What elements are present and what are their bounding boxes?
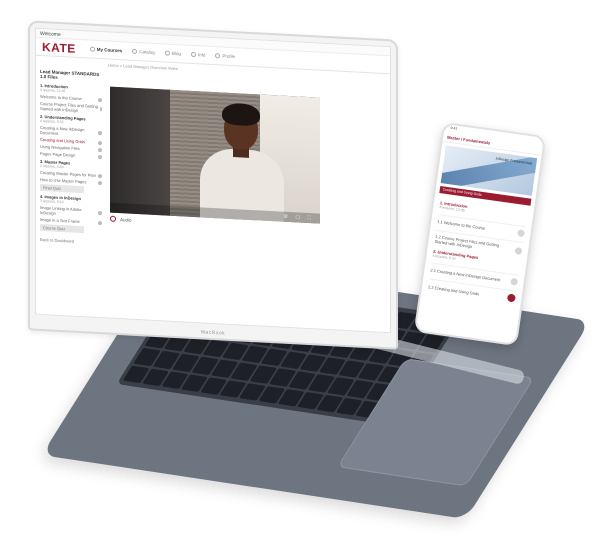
audio-label: Audio (120, 216, 132, 223)
lesson-label: How to Use Master Pages (40, 176, 87, 185)
laptop-screen: Welcome KATE My Courses Catalog Blog Inf… (35, 27, 391, 334)
lesson-status-icon (98, 140, 102, 145)
video-footer: Audio (110, 215, 132, 223)
audio-icon[interactable] (110, 215, 116, 222)
blog-icon (164, 50, 170, 56)
quiz-button[interactable]: Course Quiz (40, 223, 84, 234)
nav-my-courses[interactable]: My Courses (89, 46, 123, 54)
lesson-status-icon (98, 180, 102, 185)
lesson-label: Creating and Using Grids (40, 136, 85, 145)
lesson-status-icon (98, 130, 102, 136)
courses-icon (89, 46, 95, 52)
breadcrumb[interactable]: Home > Lead Manager Overview Video (108, 62, 178, 71)
kate-logo[interactable]: KATE (42, 40, 76, 56)
lesson-label: Image Linking in Adobe InDesign (40, 204, 82, 216)
video-control-icons[interactable]: ⚙ ▢ ⛶ (284, 214, 315, 222)
info-icon (190, 51, 196, 58)
course-sidebar: Lead Manager STANDARDS 1.0 Files 1. Intr… (40, 69, 102, 311)
nav-catalog[interactable]: Catalog (132, 48, 155, 55)
lesson-status-icon (98, 210, 102, 216)
phone-lesson-label: 1.1 Welcome to the Course (436, 218, 486, 231)
quiz-button[interactable]: Final Quiz (40, 183, 84, 194)
lesson-status-icon (510, 277, 519, 286)
lesson-status-icon (98, 173, 102, 178)
lesson-status-icon (98, 154, 102, 159)
video-background (110, 86, 170, 216)
lesson-status-icon (98, 220, 102, 225)
lesson-status-icon (99, 107, 102, 112)
back-to-dashboard-link[interactable]: Back to Dashboard (40, 237, 102, 245)
main-nav: My Courses Catalog Blog Info Profile (89, 46, 235, 59)
lesson-label: Welcome to the Course (40, 93, 82, 102)
phone-lesson-list: 1. Introduction 4 lessons, 12:35 1.1 Wel… (421, 192, 535, 311)
lesson-item[interactable]: Creating a New InDesign Document (40, 125, 102, 138)
nav-profile[interactable]: Profile (215, 53, 235, 59)
lesson-label: Pages Page Design (40, 150, 76, 158)
lesson-item[interactable]: Image Linking in Adobe InDesign (40, 205, 102, 218)
lesson-status-icon (514, 246, 523, 255)
lesson-label: Using Navigation Files (40, 143, 80, 152)
nav-label: Blog (171, 50, 181, 57)
lesson-status-icon (517, 229, 525, 238)
course-title: Lead Manager STANDARDS 1.0 Files (40, 68, 100, 80)
phone-lesson-label: 2.2 Creating and Using Grids (427, 283, 480, 296)
profile-icon (215, 53, 221, 59)
lesson-label: Creating a New InDesign Document (40, 124, 85, 136)
nav-label: Info (197, 52, 206, 58)
lesson-label: Image in a Text Frame (40, 216, 80, 225)
lesson-status-icon (98, 97, 102, 102)
nav-label: My Courses (96, 46, 123, 54)
lesson-label: Course Project Files and Getting Started… (40, 100, 98, 113)
nav-blog[interactable]: Blog (164, 50, 181, 57)
catalog-icon (132, 48, 138, 55)
nav-label: Profile (222, 53, 236, 60)
video-player[interactable]: ⚙ ▢ ⛶ (110, 86, 320, 224)
play-icon[interactable] (506, 293, 516, 303)
lesson-status-icon (98, 147, 102, 152)
laptop-lid: Welcome KATE My Courses Catalog Blog Inf… (28, 20, 398, 350)
nav-info[interactable]: Info (190, 51, 206, 58)
lesson-item[interactable]: Pages Page Design (40, 151, 102, 159)
lesson-item[interactable]: Course Project Files and Getting Started… (40, 101, 102, 114)
nav-label: Catalog (139, 49, 155, 55)
